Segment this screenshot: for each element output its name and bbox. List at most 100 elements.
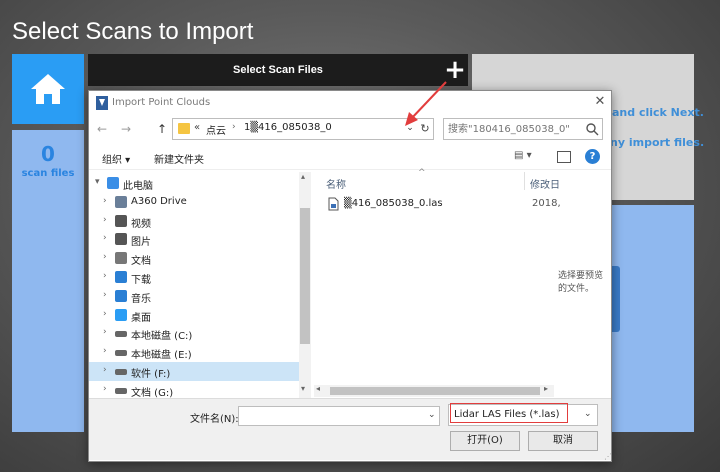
close-icon[interactable]: ✕	[592, 94, 608, 110]
tree-item[interactable]: › 软件 (F:)	[89, 362, 299, 381]
search-icon[interactable]	[585, 122, 599, 136]
tree-item-label: 本地磁盘 (E:)	[131, 350, 192, 362]
chevron-down-icon[interactable]: ⌄	[584, 409, 592, 419]
chevron-right-icon[interactable]: ›	[103, 346, 107, 356]
home-button[interactable]	[12, 54, 84, 124]
sort-indicator-icon: ^	[418, 168, 426, 178]
dialog-title: Import Point Clouds	[112, 97, 211, 108]
resize-grip-icon[interactable]: ⋰	[604, 452, 612, 461]
scroll-right-icon[interactable]: ▸	[544, 384, 548, 393]
music-icon	[115, 289, 127, 302]
tree-item[interactable]: › 本地磁盘 (C:)	[89, 324, 299, 343]
chevron-right-icon[interactable]: ›	[103, 196, 107, 206]
chevron-down-icon[interactable]: ⌄	[428, 410, 436, 420]
search-input[interactable]	[448, 121, 578, 137]
chevron-right-icon[interactable]: ›	[103, 327, 107, 337]
tree-item[interactable]: › 文档	[89, 249, 299, 268]
tree-item-label: 本地磁盘 (C:)	[131, 331, 193, 343]
chevron-right-icon[interactable]: ›	[103, 290, 107, 300]
chevron-right-icon[interactable]: ›	[103, 384, 107, 394]
preview-placeholder: 选择要预览的文件。	[558, 271, 604, 294]
forward-button[interactable]: →	[118, 120, 134, 138]
chevron-right-icon[interactable]: ›	[103, 309, 107, 319]
scroll-up-icon[interactable]: ▴	[301, 172, 305, 181]
tree-item-label: 桌面	[131, 312, 151, 324]
tree-item-label: 下载	[131, 275, 151, 286]
document-icon	[115, 252, 127, 265]
tree-item[interactable]: › 下载	[89, 268, 299, 287]
add-scan-files-button[interactable]: +	[444, 56, 466, 84]
tree-item-label: 软件 (F:)	[131, 369, 171, 380]
tree-item[interactable]: › 桌面	[89, 306, 299, 325]
scan-count-label: scan files	[21, 168, 75, 179]
column-header-date[interactable]: 修改日	[530, 176, 560, 191]
tree-item[interactable]: › A360 Drive	[89, 193, 299, 212]
drive-icon	[115, 369, 127, 375]
tree-item[interactable]: › 文档 (G:)	[89, 381, 299, 400]
chevron-right-icon[interactable]: ›	[103, 252, 107, 262]
computer-icon	[107, 177, 119, 189]
video-icon	[115, 214, 127, 227]
chevron-right-icon[interactable]: ›	[103, 233, 107, 243]
drive-icon	[115, 331, 127, 338]
scroll-left-icon[interactable]: ◂	[316, 384, 320, 393]
help-icon[interactable]: ?	[585, 149, 600, 164]
annotation-highlight-box	[450, 403, 568, 423]
picture-icon	[115, 233, 127, 246]
chevron-right-icon[interactable]: ›	[103, 215, 107, 225]
tree-item-label: 图片	[131, 237, 151, 249]
drive-icon	[115, 350, 127, 357]
organize-button[interactable]: 组织 ▾	[102, 151, 130, 166]
view-options-button[interactable]: ▤ ▾	[514, 150, 532, 161]
chevron-down-icon[interactable]: ⌄	[404, 123, 416, 137]
app-logo-icon	[96, 96, 108, 110]
tree-item[interactable]: › 音乐	[89, 287, 299, 306]
address-overflow[interactable]: «	[194, 122, 200, 133]
tree-item-label: 文档	[131, 256, 151, 268]
chevron-right-icon[interactable]: ›	[103, 365, 107, 375]
address-segment-2[interactable]: 1▒416_085038_0	[244, 122, 332, 133]
folder-icon	[178, 123, 190, 134]
navigation-tree: ▾ 此电脑 › A360 Drive › 视频 › 图片 › 文档 › 下载 › 音乐 › 桌面 › 本地磁盘 (…	[89, 174, 311, 400]
home-icon	[31, 74, 65, 104]
tree-item-label: 文档 (G:)	[131, 387, 174, 399]
address-segment-1[interactable]: 点云	[206, 122, 226, 137]
desktop-icon	[115, 308, 127, 321]
address-chevron-icon: ›	[232, 122, 236, 132]
file-name[interactable]: ▒416_085038_0.las	[344, 198, 443, 209]
drive-icon	[115, 387, 127, 394]
scan-count-tile: 0 scan files	[12, 130, 84, 432]
scroll-down-icon[interactable]: ▾	[301, 384, 305, 393]
tree-item[interactable]: › 本地磁盘 (E:)	[89, 343, 299, 362]
column-header-name[interactable]: 名称	[326, 176, 346, 191]
new-folder-button[interactable]: 新建文件夹	[154, 151, 204, 166]
tree-scrollbar-thumb[interactable]	[300, 208, 310, 344]
chevron-down-icon[interactable]: ▾	[95, 177, 100, 187]
column-divider[interactable]	[524, 172, 525, 190]
file-icon	[328, 197, 339, 211]
tree-item[interactable]: › 视频	[89, 212, 299, 231]
tree-item[interactable]: › 图片	[89, 230, 299, 249]
page-title: Select Scans to Import	[12, 18, 254, 45]
back-button[interactable]: ←	[94, 120, 110, 138]
file-date: 2018,	[532, 198, 561, 209]
filename-field[interactable]	[238, 406, 440, 426]
cancel-button[interactable]: 取消	[528, 431, 598, 451]
tree-item[interactable]: ▾ 此电脑	[89, 174, 299, 193]
instruction-hint-1: and click Next.	[612, 106, 704, 119]
open-button[interactable]: 打开(O)	[450, 431, 520, 451]
download-icon	[115, 271, 127, 283]
filename-label: 文件名(N):	[190, 414, 239, 425]
up-button[interactable]: ↑	[154, 120, 170, 138]
search-box	[443, 118, 603, 140]
instruction-hint-2: ny import files.	[610, 136, 705, 149]
cloud-drive-icon	[115, 195, 127, 208]
tree-item-label: 此电脑	[123, 181, 153, 192]
select-scan-files-bar: Select Scan Files	[88, 54, 468, 86]
scan-count: 0	[41, 142, 55, 166]
horizontal-scrollbar-thumb[interactable]	[330, 387, 540, 395]
preview-pane-icon[interactable]	[557, 151, 571, 163]
tree-item-label: 音乐	[131, 293, 151, 305]
chevron-right-icon[interactable]: ›	[103, 271, 107, 281]
refresh-icon[interactable]: ↻	[418, 120, 432, 138]
